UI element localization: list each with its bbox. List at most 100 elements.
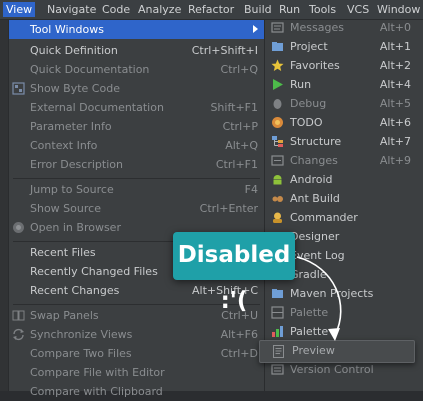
menu-item-label: Error Description (30, 158, 123, 171)
callout-arrow-icon (296, 256, 342, 341)
android-icon (273, 175, 282, 185)
menu-item-jump-to-source[interactable]: Jump to Source F4 (9, 180, 264, 199)
menu-item-label: Compare File with Editor (30, 366, 165, 379)
preview-icon (273, 345, 284, 358)
menu-item-label: Compare with Clipboard (30, 385, 163, 398)
menu-item-parameter-info[interactable]: Parameter Info Ctrl+P (9, 117, 264, 136)
commander-icon (273, 212, 282, 223)
menu-item-label: External Documentation (30, 101, 164, 114)
messages-icon (271, 22, 284, 33)
menu-refactor[interactable]: Refactor (185, 2, 237, 17)
tool-window-label: Designer (290, 230, 340, 243)
menu-item-label: Recent Changes (30, 284, 120, 297)
tool-window-commander[interactable]: Commander (265, 208, 423, 227)
tool-window-favorites[interactable]: Favorites Alt+2 (265, 56, 423, 75)
menu-item-quick-documentation[interactable]: Quick Documentation Ctrl+Q (9, 60, 264, 79)
swap-panels-icon (12, 310, 25, 321)
byte-code-icon (12, 82, 25, 95)
tool-window-ant-build[interactable]: Ant Build (265, 189, 423, 208)
menu-item-label: Quick Documentation (30, 63, 150, 76)
menu-item-shortcut: Ctrl+Shift+I (191, 44, 258, 57)
todo-icon (272, 117, 283, 128)
menu-item-label: Compare Two Files (30, 347, 132, 360)
menu-item-label: Jump to Source (30, 183, 114, 196)
menu-analyze[interactable]: Analyze (135, 2, 184, 17)
menu-item-shortcut: F4 (244, 183, 258, 196)
menu-code[interactable]: Code (99, 2, 133, 17)
menu-item-context-info[interactable]: Context Info Alt+Q (9, 136, 264, 155)
view-menu: Tool Windows Quick Definition Ctrl+Shift… (9, 20, 265, 398)
menu-item-error-description[interactable]: Error Description Ctrl+F1 (9, 155, 264, 174)
tool-window-label: TODO (290, 116, 323, 129)
tool-window-label: Run (290, 78, 312, 91)
tool-window-todo[interactable]: TODO Alt+6 (265, 113, 423, 132)
menu-item-tool-windows[interactable]: Tool Windows (9, 20, 264, 39)
menu-item-label: Recent Files (30, 246, 96, 259)
tool-window-shortcut: Alt+6 (379, 116, 411, 129)
changes-icon (271, 155, 284, 166)
tool-window-label: Android (290, 173, 333, 186)
menu-item-label: Open in Browser (30, 221, 121, 234)
maven-icon (272, 289, 283, 298)
tool-window-debug[interactable]: Debug Alt+5 (265, 94, 423, 113)
menu-item-compare-two-files[interactable]: Compare Two Files Ctrl+D (9, 344, 264, 363)
menu-build[interactable]: Build (241, 2, 275, 17)
menu-item-show-source[interactable]: Show Source Ctrl+Enter (9, 199, 264, 218)
menu-item-shortcut: Ctrl+P (222, 120, 258, 133)
menu-item-label: Show Source (30, 202, 101, 215)
tool-window-label: Favorites (290, 59, 340, 72)
tool-window-label: Project (290, 40, 328, 53)
callout-text: Disabled :'( (177, 242, 291, 314)
run-icon (273, 79, 283, 90)
tool-window-android[interactable]: Android (265, 170, 423, 189)
tool-window-label: Ant Build (290, 192, 340, 205)
disabled-callout: Disabled :'( (173, 232, 295, 314)
tool-window-changes[interactable]: Changes Alt+9 (265, 151, 423, 170)
menu-navigate[interactable]: Navigate (44, 2, 99, 17)
tool-window-run[interactable]: Run Alt+4 (265, 75, 423, 94)
menu-item-label: Context Info (30, 139, 98, 152)
menu-item-label: Synchronize Views (30, 328, 133, 341)
menu-vcs[interactable]: VCS (344, 2, 372, 17)
menu-item-label: Show Byte Code (30, 82, 120, 95)
tool-window-shortcut: Alt+2 (379, 59, 411, 72)
menu-tools[interactable]: Tools (306, 2, 339, 17)
tool-window-shortcut: Alt+1 (379, 40, 411, 53)
menu-window[interactable]: Window (374, 2, 423, 17)
menu-item-label: Quick Definition (30, 44, 118, 57)
menu-bar: View Navigate Code Analyze Refactor Buil… (0, 0, 423, 20)
menu-item-quick-definition[interactable]: Quick Definition Ctrl+Shift+I (9, 41, 264, 60)
tool-window-project[interactable]: Project Alt+1 (265, 37, 423, 56)
menu-item-shortcut: Ctrl+Q (220, 63, 258, 76)
submenu-arrow-icon (253, 25, 258, 33)
menu-item-compare-file-with-editor[interactable]: Compare File with Editor (9, 363, 264, 382)
tool-window-label: Structure (290, 135, 342, 148)
menu-item-synchronize-views[interactable]: Synchronize Views Alt+F6 (9, 325, 264, 344)
menu-item-external-documentation[interactable]: External Documentation Shift+F1 (9, 98, 264, 117)
tool-window-label: Preview (292, 344, 335, 357)
menu-run[interactable]: Run (276, 2, 303, 17)
menu-item-shortcut: Alt+Q (225, 139, 258, 152)
tool-window-label: Debug (290, 97, 327, 110)
debug-icon (273, 99, 282, 109)
star-icon (271, 59, 284, 71)
palette-icon (272, 326, 283, 337)
editor-left-strip (0, 20, 9, 391)
tool-window-shortcut: Alt+4 (379, 78, 411, 91)
tool-window-shortcut: Alt+0 (379, 21, 411, 34)
menu-item-label: Tool Windows (30, 23, 104, 36)
menu-item-shortcut: Ctrl+D (220, 347, 258, 360)
tool-window-structure[interactable]: Structure Alt+7 (265, 132, 423, 151)
tool-window-label: Commander (290, 211, 358, 224)
menu-view[interactable]: View (3, 2, 36, 17)
tool-window-label: Changes (290, 154, 338, 167)
project-icon (272, 42, 283, 51)
ant-icon (272, 196, 283, 202)
menu-item-shortcut: Ctrl+Enter (199, 202, 258, 215)
tool-window-shortcut: Alt+9 (379, 154, 411, 167)
sync-icon (13, 328, 24, 341)
menu-item-show-byte-code[interactable]: Show Byte Code (9, 79, 264, 98)
menu-item-shortcut: Alt+F6 (220, 328, 258, 341)
menu-item-compare-with-clipboard[interactable]: Compare with Clipboard (9, 382, 264, 401)
tool-window-messages[interactable]: Messages Alt+0 (265, 18, 423, 37)
